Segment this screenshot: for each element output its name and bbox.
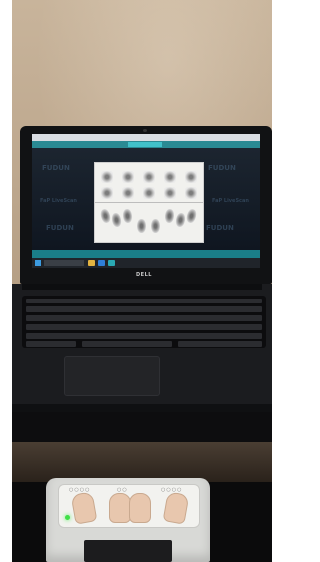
background-brand-text: FUDUN [46,224,74,232]
scene: FUDUN FUDUN FaP LiveScan FaP LiveScan FU… [12,0,272,562]
finger-indicator-dots: ○○○○ [161,487,183,493]
fingerprint-image [122,187,134,199]
laptop-lid: FUDUN FUDUN FaP LiveScan FaP LiveScan FU… [20,126,272,284]
fingerprint-image [122,171,134,183]
finger-indicator-dots: ○○○○ [69,487,91,493]
card-divider [95,202,203,203]
slap-print-image [185,208,198,224]
fingerprint-image [101,187,113,199]
desk-gap [12,442,272,482]
key-row [26,341,76,347]
laptop-front-edge [12,404,272,412]
scanner-guide-panel: ○○○○ ○○ ○○○○ [58,484,200,528]
desk-edge [12,412,272,442]
laptop-base [12,284,272,412]
browser-icon [98,260,105,266]
background-brand-text: FUDUN [206,224,234,232]
app-active-tab [128,142,162,147]
background-sub-text: FaP LiveScan [212,198,249,204]
slap-print-image [99,208,112,224]
taskbar [32,258,260,268]
app-status-bar [32,250,260,258]
fingerprint-image [101,171,113,183]
status-led-icon [65,515,70,520]
touchpad [64,356,160,396]
slap-print-image [151,219,160,233]
fingerprint-card [94,162,204,243]
fingerprint-image [185,187,197,199]
background-brand-text: FUDUN [42,164,70,172]
background-brand-text: FUDUN [208,164,236,172]
fingerprint-image [164,187,176,199]
fingerprint-image [185,171,197,183]
scanner-glass [84,540,172,562]
background-sub-text: FaP LiveScan [40,198,77,204]
key-row [26,324,262,330]
fingerprint-image [164,171,176,183]
webcam-icon [143,129,147,132]
slap-print-image [137,219,146,233]
slap-print-image [174,212,187,228]
fingerprint-image [143,187,155,199]
left-hand-icon [70,491,98,525]
app-title-bar [32,134,260,141]
spacebar [82,341,172,347]
key-row [26,333,262,339]
taskbar-search [44,260,84,266]
right-thumb-icon [129,493,151,523]
laptop-hinge [22,284,262,290]
key-row [26,315,262,321]
photo: FUDUN FUDUN FaP LiveScan FaP LiveScan FU… [0,0,274,562]
slap-print-image [122,208,133,224]
fingerprint-image [143,171,155,183]
slap-print-image [110,212,123,228]
keyboard [22,296,266,348]
laptop-screen: FUDUN FUDUN FaP LiveScan FaP LiveScan FU… [32,134,260,268]
start-icon [35,260,41,266]
laptop-brand-logo: DELL [136,272,152,278]
fingerprint-scanner: ○○○○ ○○ ○○○○ [46,478,210,562]
app-icon [108,260,115,266]
folder-icon [88,260,95,266]
slap-print-image [164,208,175,224]
right-hand-icon [162,491,190,525]
key-row [26,306,262,312]
key-row [26,299,262,303]
left-thumb-icon [109,493,131,523]
key-row [178,341,262,347]
